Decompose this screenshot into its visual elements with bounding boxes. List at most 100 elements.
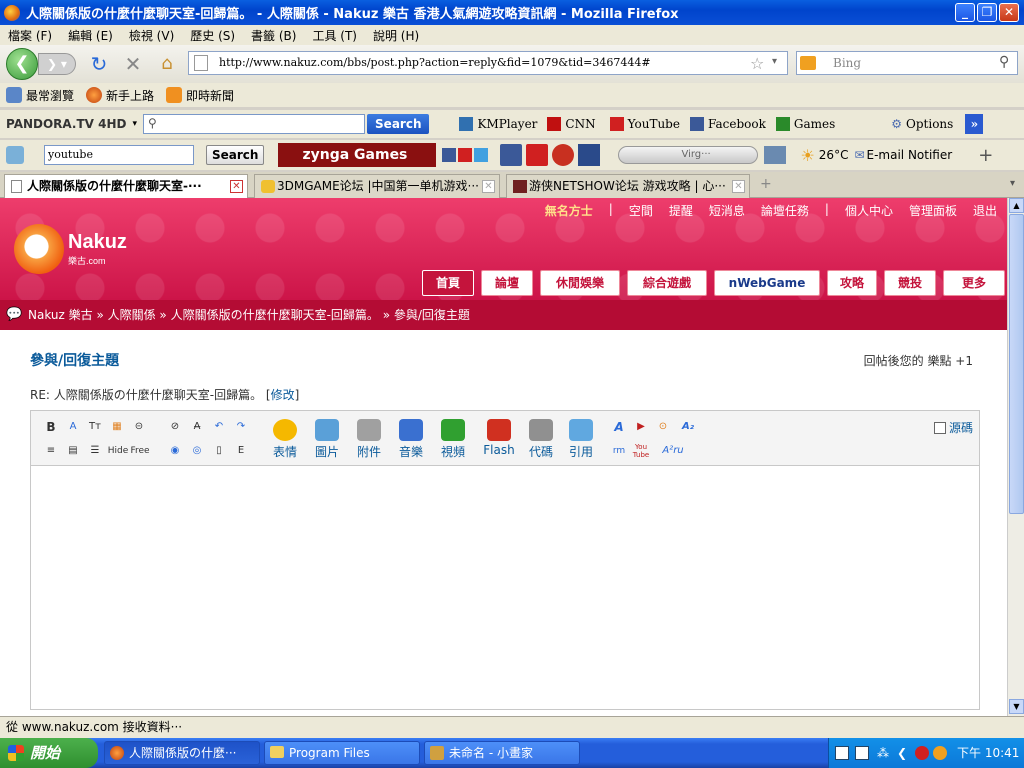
back-button[interactable]: ❮	[6, 48, 38, 80]
undo-button[interactable]: ↶	[211, 419, 227, 435]
nav-guides[interactable]: 攻略	[827, 270, 877, 296]
insert-table-button[interactable]: ▤	[65, 443, 81, 459]
search-magnifier-icon[interactable]: ⚲	[999, 54, 1009, 70]
flash-button[interactable]: Flash	[477, 419, 521, 457]
tab-ali213[interactable]: 游侠NETSHOW论坛 游戏攻略 | 心··· ✕	[506, 174, 750, 198]
nav-more[interactable]: 更多	[943, 270, 1005, 296]
app-tray-icon[interactable]	[933, 746, 947, 760]
close-button[interactable]: ✕	[999, 3, 1019, 22]
page-scrollbar[interactable]: ▲ ▼	[1007, 198, 1024, 716]
media-player-widget[interactable]: Virg···	[618, 146, 759, 164]
subscript-button[interactable]: A₂	[677, 419, 699, 435]
ask-search-button[interactable]: Search	[367, 114, 430, 134]
nav-auction[interactable]: 競投	[884, 270, 936, 296]
zynga-games-button[interactable]: zynga Games	[278, 143, 437, 167]
scroll-thumb[interactable]	[1009, 214, 1024, 514]
new-tab-icon[interactable]: +	[760, 176, 772, 192]
space-link[interactable]: 空間	[629, 202, 653, 219]
pandora-dropdown-icon[interactable]: ▾	[133, 119, 138, 129]
font-size-button[interactable]: Tт	[87, 419, 103, 435]
url-dropdown-icon[interactable]: ▾	[772, 56, 777, 67]
nav-leisure[interactable]: 休閒娛樂	[540, 270, 620, 296]
font-color-button[interactable]: A	[65, 419, 81, 435]
menu-help[interactable]: 說明 (H)	[365, 27, 427, 44]
games-link[interactable]: Games	[794, 117, 835, 131]
free-button[interactable]: Free	[129, 443, 151, 459]
mario-icon[interactable]	[552, 144, 575, 166]
weather-temp[interactable]: 26°C	[819, 148, 849, 162]
text-style-button[interactable]: A	[611, 419, 627, 435]
nav-nwebgame[interactable]: nWebGame	[714, 270, 820, 296]
task-program-files[interactable]: Program Files	[264, 741, 420, 765]
nav-home[interactable]: 首頁	[422, 270, 474, 296]
facebook-link[interactable]: Facebook	[708, 117, 766, 131]
logout-link[interactable]: 退出	[973, 202, 997, 219]
minimize-button[interactable]: _	[955, 3, 975, 22]
tab-3dmgame[interactable]: 3DMGAME论坛 |中国第一单机游戏··· ✕	[254, 174, 500, 198]
notice-link[interactable]: 提醒	[669, 202, 693, 219]
play-button[interactable]: ▶	[633, 419, 649, 435]
close-tab-icon[interactable]: ✕	[482, 180, 495, 193]
edit-subject-link[interactable]: 修改	[271, 388, 295, 402]
tasks-link[interactable]: 論壇任務	[761, 202, 809, 219]
editor-textarea[interactable]	[31, 466, 979, 709]
link-button[interactable]: ⊝	[131, 419, 147, 435]
tab-list-icon[interactable]: ▾	[1010, 178, 1015, 189]
menu-file[interactable]: 檔案 (F)	[0, 27, 60, 44]
code-button[interactable]: 代碼	[523, 419, 559, 460]
ask-search-input[interactable]: ⚲	[143, 114, 366, 134]
add-toolbar-icon[interactable]: +	[978, 145, 993, 166]
scroll-down-icon[interactable]: ▼	[1009, 699, 1024, 714]
facebook-small-icon[interactable]	[442, 148, 457, 162]
cnn-link[interactable]: CNN	[565, 117, 595, 131]
unlink-button[interactable]: ⊘	[167, 419, 183, 435]
menu-history[interactable]: 歷史 (S)	[182, 27, 243, 44]
video-button[interactable]: 視頻	[435, 419, 471, 460]
bing-icon[interactable]	[800, 56, 816, 70]
pandora-tv-logo[interactable]: PANDORA.TV 4HD	[6, 117, 127, 131]
youtube-link[interactable]: YouTube	[628, 117, 680, 131]
youtube-search-button[interactable]: Search	[206, 145, 265, 165]
home-icon[interactable]: ⌂	[156, 53, 178, 75]
menu-bookmarks[interactable]: 書籤 (B)	[243, 27, 304, 44]
antivirus-icon[interactable]	[915, 746, 929, 760]
image-button[interactable]: 圖片	[309, 419, 345, 460]
rm-button[interactable]: rm	[611, 443, 627, 459]
bookmark-most-visited[interactable]: 最常瀏覽	[6, 87, 74, 104]
bookmark-latest-news[interactable]: 即時新聞	[166, 87, 234, 104]
align-button[interactable]: ≡	[43, 443, 59, 459]
facebook-notify-icon[interactable]	[500, 144, 523, 166]
menu-view[interactable]: 檢視 (V)	[121, 27, 182, 44]
nav-forum[interactable]: 論壇	[481, 270, 533, 296]
insert-media-button[interactable]: ◉	[167, 443, 183, 459]
start-button[interactable]: 開始	[0, 738, 98, 768]
source-checkbox[interactable]	[933, 421, 946, 434]
clock[interactable]: 下午 10:41	[957, 738, 1019, 768]
chevron-more-icon[interactable]: »	[965, 114, 984, 134]
stop-icon[interactable]: ✕	[122, 53, 144, 75]
reload-icon[interactable]: ↻	[88, 53, 110, 75]
clock-button[interactable]: ⊙	[655, 419, 671, 435]
ime-icon[interactable]	[835, 746, 849, 760]
menu-edit[interactable]: 編輯 (E)	[60, 27, 121, 44]
hide-button[interactable]: Hide	[107, 443, 129, 459]
scroll-up-icon[interactable]: ▲	[1009, 198, 1024, 213]
table-button[interactable]: ▦	[109, 419, 125, 435]
email-notifier[interactable]: E-mail Notifier	[867, 148, 953, 162]
search-input[interactable]: Bing	[796, 51, 1018, 75]
tab-nakuz[interactable]: 人際關係版の什麼什麼聊天室-··· ✕	[4, 174, 248, 199]
url-field[interactable]: http://www.nakuz.com/bbs/post.php?action…	[188, 51, 788, 75]
youtube-search-input[interactable]: youtube	[44, 145, 194, 165]
profile-link[interactable]: 個人中心	[845, 202, 893, 219]
task-firefox[interactable]: 人際關係版の什麼···	[104, 741, 260, 765]
ruby-button[interactable]: A²ru	[657, 443, 689, 459]
network-icon[interactable]: ⁂	[877, 746, 889, 760]
music-button[interactable]: 音樂	[393, 419, 429, 460]
close-tab-icon[interactable]: ✕	[732, 180, 745, 193]
quote-button[interactable]: 引用	[563, 419, 599, 460]
film-icon[interactable]	[578, 144, 601, 166]
insert-audio-button[interactable]: ◎	[189, 443, 205, 459]
source-code-toggle[interactable]: 源碼	[933, 419, 973, 436]
maximize-button[interactable]: ❐	[977, 3, 997, 22]
admin-link[interactable]: 管理面板	[909, 202, 957, 219]
